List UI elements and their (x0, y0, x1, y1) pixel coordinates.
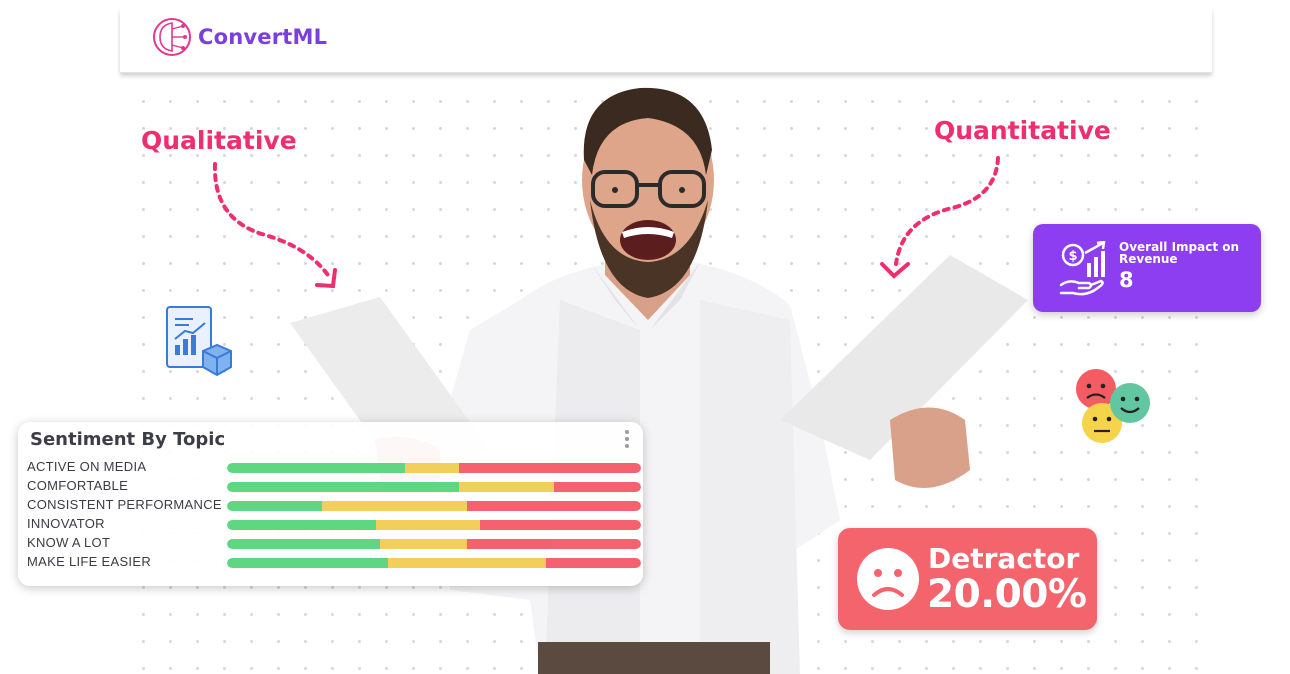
sentiment-bar-positive (227, 482, 459, 492)
sentiment-row-label: ACTIVE ON MEDIA (27, 459, 147, 474)
sentiment-bar-positive (227, 501, 323, 511)
sentiment-row-label: INNOVATOR (27, 516, 105, 531)
sad-face-icon (857, 548, 919, 610)
sentiment-row-label: COMFORTABLE (27, 478, 129, 493)
brand-name: ConvertML (198, 25, 328, 49)
sentiment-bar-neutral (458, 482, 555, 492)
qualitative-arrow (212, 162, 337, 289)
sentiment-bar-negative (467, 501, 641, 511)
sentiment-row-label: KNOW A LOT (27, 535, 111, 550)
impact-title: Overall Impact on Revenue (1119, 240, 1240, 266)
sentiment-by-topic-card: Sentiment By Topic ACTIVE ON MEDIA COMFOR… (18, 422, 643, 586)
detractor-label: Detractor (928, 542, 1080, 575)
sentiment-row: ACTIVE ON MEDIA (27, 459, 641, 478)
brand-logo[interactable]: ConvertML (152, 17, 327, 57)
sentiment-bar-neutral (376, 520, 480, 530)
sentiment-bar-neutral (380, 539, 468, 549)
sentiment-bar-neutral (388, 558, 546, 568)
detractor-card: Detractor 20.00% (838, 528, 1097, 630)
circuit-brain-icon (153, 18, 191, 56)
sentiment-bar-positive (227, 558, 389, 568)
sentiment-bar-negative (479, 520, 641, 530)
sentiment-bar-negative (545, 558, 641, 568)
sentiment-row: KNOW A LOT (27, 535, 641, 554)
kebab-menu-icon[interactable] (625, 430, 629, 450)
sentiment-row: COMFORTABLE (27, 478, 641, 497)
sentiment-bar (227, 520, 641, 530)
quantitative-arrow (880, 156, 1000, 279)
sentiment-bar-neutral (322, 501, 468, 511)
revenue-impact-card[interactable]: $ Overall Impact on Revenue 8 (1033, 224, 1261, 312)
sentiment-bar (227, 558, 641, 568)
detractor-value: 20.00% (927, 572, 1087, 617)
sentiment-row: INNOVATOR (27, 516, 641, 535)
sentiment-bar-positive (227, 463, 406, 473)
sentiment-bar-neutral (405, 463, 459, 473)
sentiment-bar-positive (227, 520, 377, 530)
happy-emoji-icon (1110, 383, 1150, 423)
sentiment-bar-positive (227, 539, 381, 549)
sentiment-row-label: CONSISTENT PERFORMANCE (27, 497, 222, 512)
sentiment-row: CONSISTENT PERFORMANCE (27, 497, 641, 516)
impact-value: 8 (1119, 268, 1134, 292)
sentiment-bar (227, 482, 641, 492)
quantitative-label: Quantitative (934, 116, 1111, 145)
sentiment-bar-negative (458, 463, 641, 473)
svg-text:$: $ (1068, 249, 1077, 264)
sentiment-row-label: MAKE LIFE EASIER (27, 554, 152, 569)
sentiment-row: MAKE LIFE EASIER (27, 554, 641, 573)
report-chart-icon (166, 306, 232, 377)
sentiment-bar-negative (467, 539, 641, 549)
sentiment-emojis (1076, 369, 1150, 443)
sentiment-bar (227, 539, 641, 549)
sentiment-bar (227, 501, 641, 511)
card-title: Sentiment By Topic (30, 429, 226, 450)
top-header: ConvertML (120, 8, 1212, 73)
qualitative-label: Qualitative (141, 126, 297, 155)
sentiment-bar-negative (554, 482, 641, 492)
revenue-growth-icon: $ (1059, 241, 1106, 296)
sentiment-bar (227, 463, 641, 473)
